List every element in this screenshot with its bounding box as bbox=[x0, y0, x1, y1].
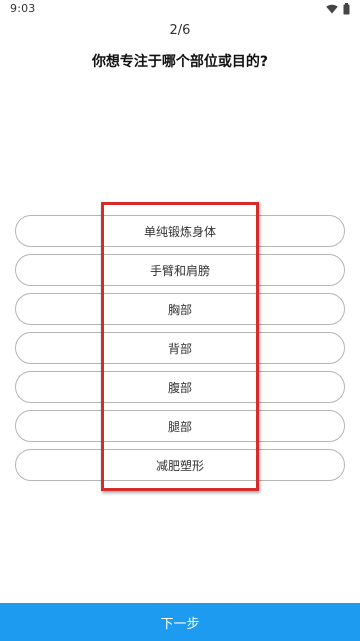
wifi-icon bbox=[326, 4, 338, 14]
option-abs[interactable]: 腹部 bbox=[15, 371, 345, 403]
status-time: 9:03 bbox=[10, 2, 36, 15]
question-title: 你想专注于哪个部位或目的? bbox=[91, 54, 269, 70]
next-button[interactable]: 下一步 bbox=[0, 603, 360, 641]
next-button-label: 下一步 bbox=[160, 616, 200, 632]
option-label: 手臂和肩膀 bbox=[149, 263, 210, 278]
option-label: 胸部 bbox=[167, 302, 192, 317]
status-bar: 9:03 bbox=[0, 0, 360, 20]
status-icons bbox=[326, 3, 350, 15]
option-label: 单纯锻炼身体 bbox=[143, 224, 216, 239]
battery-icon bbox=[343, 3, 350, 15]
option-label: 腹部 bbox=[167, 380, 192, 395]
option-label: 减肥塑形 bbox=[155, 458, 204, 473]
option-back[interactable]: 背部 bbox=[15, 332, 345, 364]
option-legs[interactable]: 腿部 bbox=[15, 410, 345, 442]
option-chest[interactable]: 胸部 bbox=[15, 293, 345, 325]
option-label: 背部 bbox=[167, 341, 192, 356]
progress-indicator: 2/6 bbox=[169, 23, 191, 38]
option-arms-shoulders[interactable]: 手臂和肩膀 bbox=[15, 254, 345, 286]
option-weight-loss[interactable]: 减肥塑形 bbox=[15, 449, 345, 481]
option-list: 单纯锻炼身体 手臂和肩膀 胸部 背部 腹部 腿部 减肥塑形 bbox=[15, 215, 345, 488]
option-general-fitness[interactable]: 单纯锻炼身体 bbox=[15, 215, 345, 247]
option-label: 腿部 bbox=[167, 419, 192, 434]
